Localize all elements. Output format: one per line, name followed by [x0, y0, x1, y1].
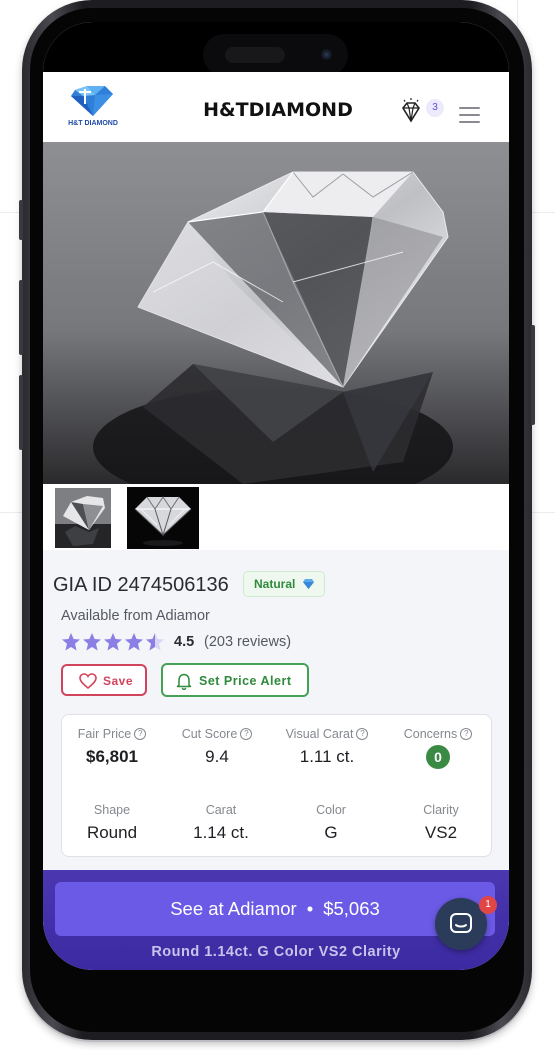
rating-value: 4.5	[174, 634, 195, 650]
spec-fair-price: Fair Price? $6,801	[62, 727, 162, 767]
diamond-specs-card: Fair Price? $6,801 Cut Score? 9.4 Visual…	[61, 714, 492, 857]
cta-label: See at Adiamor	[170, 898, 297, 919]
clarity-value: VS2	[424, 823, 458, 842]
shape-value: Round	[86, 823, 138, 842]
brand-name[interactable]: H&TDIAMOND	[193, 99, 363, 121]
star-half-icon	[146, 633, 164, 651]
spec-cut-score: Cut Score? 9.4	[167, 727, 267, 767]
carat-label: Carat	[205, 803, 237, 817]
heart-icon	[79, 673, 97, 689]
natural-badge-label: Natural	[254, 577, 296, 591]
concerns-count-badge: 0	[426, 745, 450, 769]
site-header: H&T DIAMOND H&TDIAMOND 3	[43, 72, 509, 143]
cta-summary: Round 1.14ct. G Color VS2 Clarity	[151, 944, 401, 960]
chat-notification-badge: 1	[479, 896, 497, 914]
retailer-availability: Available from Adiamor	[61, 608, 210, 624]
status-area	[43, 22, 509, 76]
color-label: Color	[316, 803, 346, 817]
hamburger-menu-icon[interactable]	[459, 107, 480, 125]
rating-stars	[61, 632, 166, 654]
shape-label: Shape	[93, 803, 131, 817]
thumbnail-1[interactable]	[55, 488, 111, 548]
diamond-photo	[43, 142, 509, 484]
spec-carat: Carat 1.14 ct.	[171, 803, 271, 843]
logo-text: H&T DIAMOND	[68, 120, 118, 127]
volume-down-button	[19, 375, 23, 450]
visual-carat-value: 1.11 ct.	[299, 747, 355, 766]
cut-score-value: 9.4	[205, 747, 229, 766]
fair-price-value: $6,801	[86, 747, 138, 766]
site-logo[interactable]: H&T DIAMOND	[65, 84, 121, 130]
diamond-thumbnail-front	[127, 487, 199, 549]
star-full-icon	[125, 633, 143, 651]
bell-icon	[176, 673, 192, 690]
phone-frame: H&T DIAMOND H&TDIAMOND 3 GIA ID 24745061…	[19, 0, 535, 1040]
color-value: G	[324, 823, 338, 842]
set-price-alert-label: Set Price Alert	[199, 674, 292, 688]
chat-icon	[450, 913, 472, 933]
star-full-icon	[83, 633, 101, 651]
cut-score-label: Cut Score	[181, 727, 238, 741]
cta-price: $5,063	[323, 898, 380, 919]
power-button	[531, 325, 535, 425]
fair-price-label: Fair Price	[77, 727, 132, 741]
diamond-cart-icon[interactable]	[397, 98, 425, 126]
cart-count-badge: 3	[426, 99, 444, 117]
help-icon[interactable]: ?	[356, 728, 369, 740]
background-divider	[532, 212, 555, 213]
product-main-image[interactable]	[43, 142, 509, 484]
spec-clarity: Clarity VS2	[391, 803, 491, 843]
spec-shape: Shape Round	[62, 803, 162, 843]
volume-up-button	[19, 280, 23, 355]
help-icon[interactable]: ?	[460, 728, 473, 740]
thumbnail-2[interactable]	[127, 487, 199, 549]
help-icon[interactable]: ?	[240, 728, 253, 740]
spec-concerns: Concerns? 0	[388, 727, 488, 769]
side-button	[19, 200, 23, 240]
set-price-alert-button[interactable]: Set Price Alert	[161, 663, 309, 697]
clarity-label: Clarity	[423, 803, 459, 817]
thumbnail-strip	[43, 484, 509, 550]
screen: H&T DIAMOND H&TDIAMOND 3 GIA ID 24745061…	[43, 22, 509, 970]
dynamic-island	[203, 34, 348, 76]
background-divider	[0, 512, 22, 513]
gia-id-title: GIA ID 2474506136	[53, 574, 229, 596]
carat-value: 1.14 ct.	[193, 823, 249, 842]
star-full-icon	[104, 633, 122, 651]
save-button[interactable]: Save	[61, 664, 147, 696]
see-at-retailer-button[interactable]: See at Adiamor • $5,063	[55, 882, 495, 936]
natural-badge: Natural	[243, 571, 325, 597]
save-button-label: Save	[103, 674, 134, 688]
diamond-thumbnail-side	[55, 488, 111, 548]
reviews-count[interactable]: (203 reviews)	[204, 634, 291, 650]
diamond-logo-icon	[71, 86, 113, 116]
product-details: GIA ID 2474506136 Natural Available from…	[43, 550, 509, 870]
concerns-label: Concerns	[403, 727, 458, 741]
cta-separator: •	[306, 898, 314, 919]
spec-color: Color G	[281, 803, 381, 843]
star-full-icon	[62, 633, 80, 651]
gem-icon	[302, 579, 314, 589]
island-sensor	[225, 47, 285, 63]
help-icon[interactable]: ?	[134, 728, 147, 740]
visual-carat-label: Visual Carat	[285, 727, 354, 741]
camera-icon	[321, 49, 332, 60]
background-divider	[532, 512, 555, 513]
spec-visual-carat: Visual Carat? 1.11 ct.	[277, 727, 377, 767]
